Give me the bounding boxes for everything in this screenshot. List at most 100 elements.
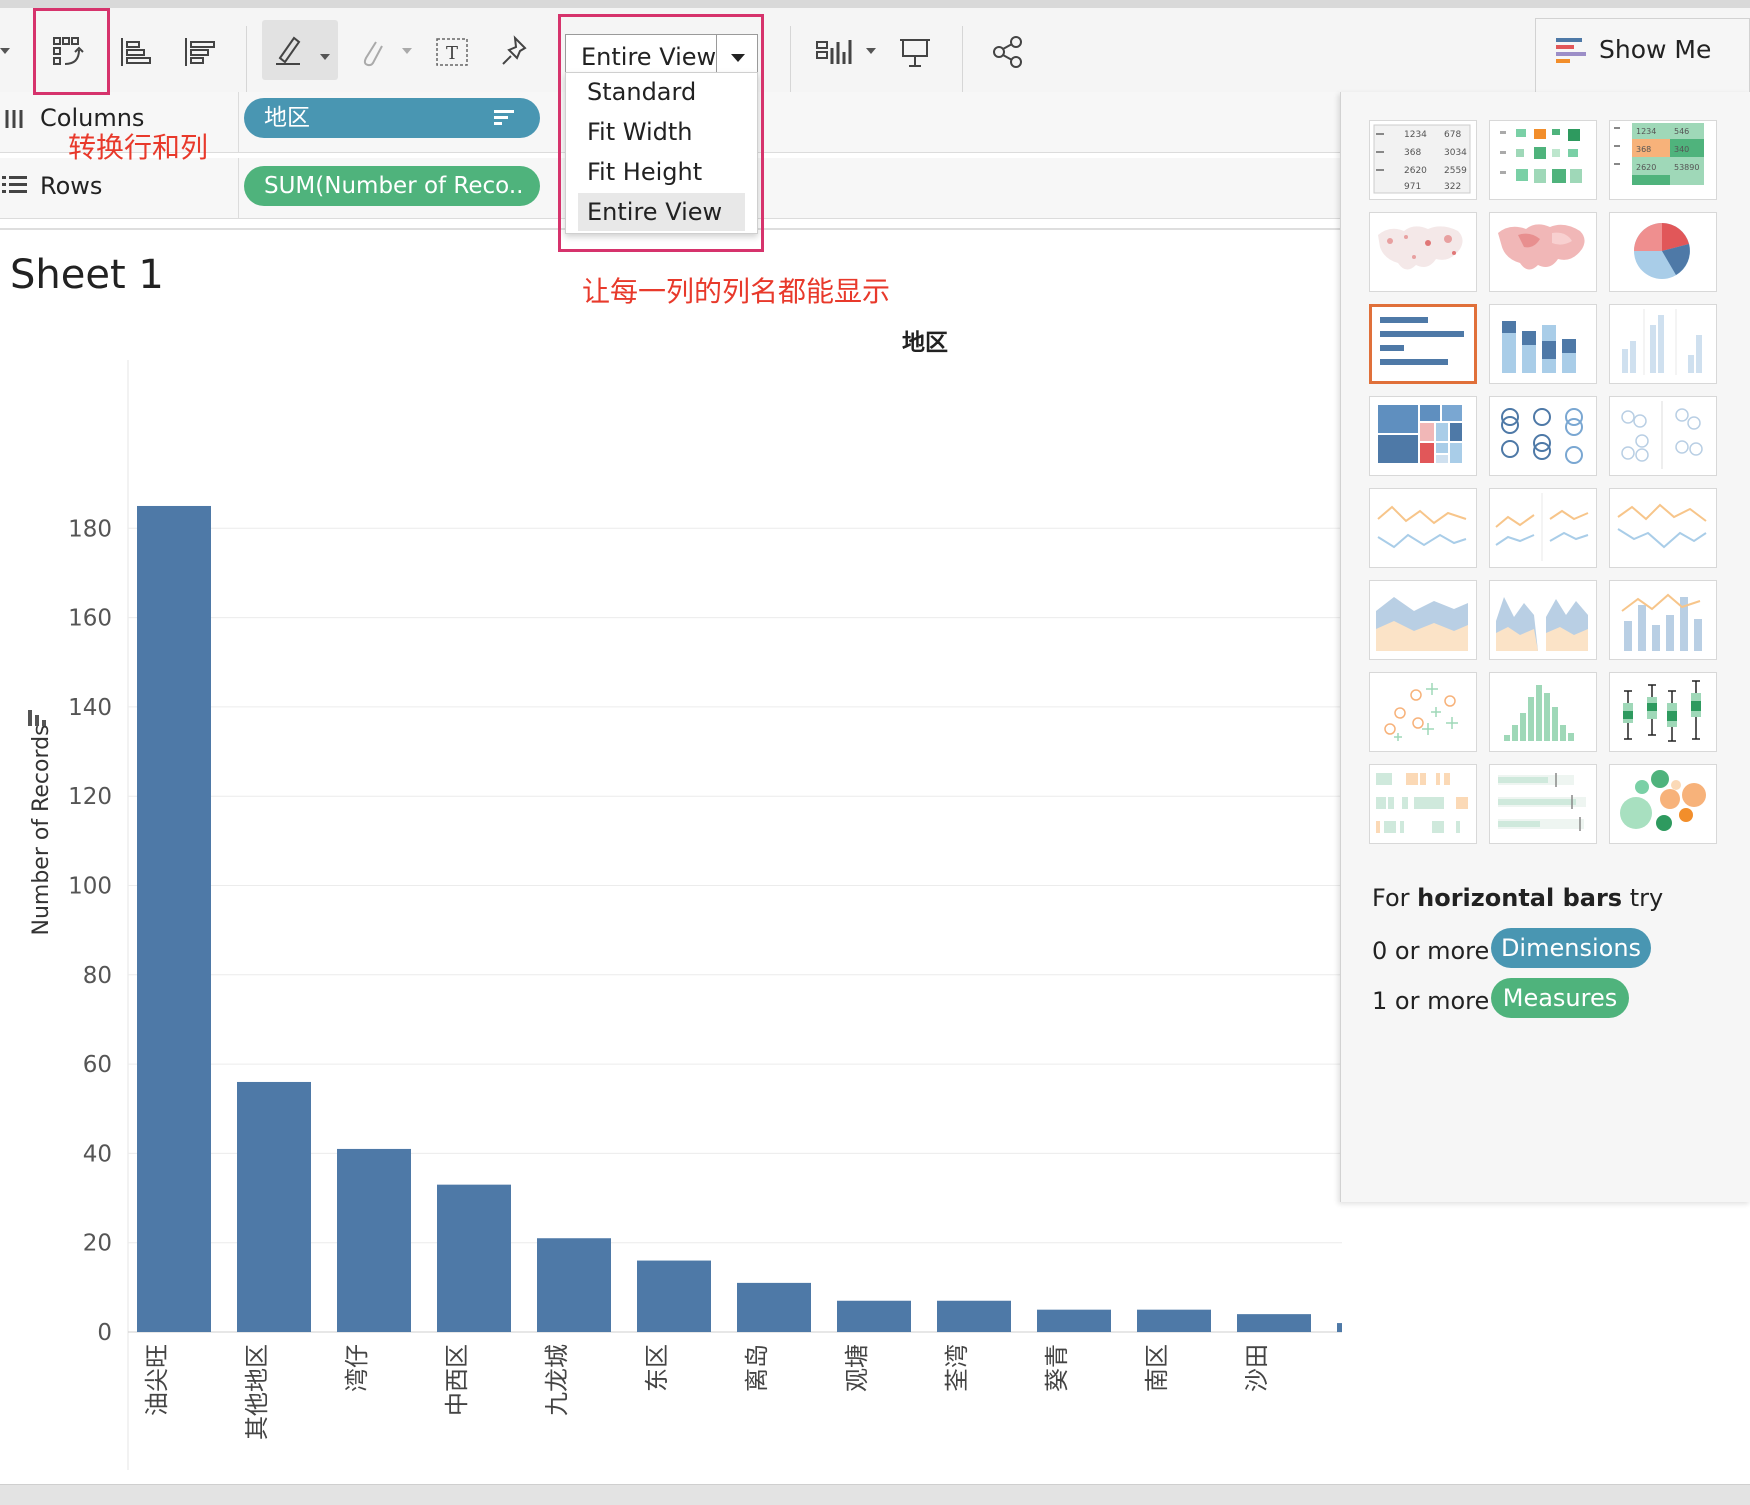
chevron-down-icon	[402, 48, 412, 54]
y-tick-label: 80	[83, 963, 112, 989]
show-labels-icon[interactable]	[812, 30, 856, 74]
highlight-table-value: 53890	[1674, 163, 1699, 172]
y-tick-label: 100	[68, 874, 112, 900]
chart-type-histogram[interactable]	[1489, 672, 1597, 752]
bar	[737, 1282, 811, 1332]
y-tick-label: 120	[68, 784, 112, 810]
bar	[1237, 1314, 1311, 1332]
sort-ascending-icon[interactable]	[113, 30, 157, 74]
toolbar-separator	[790, 26, 791, 92]
y-axis-label: Number of Records	[29, 724, 54, 935]
columns-pill-label: 地区	[264, 105, 310, 131]
highlight-table-value: 1234	[1636, 127, 1656, 136]
x-category-label: 中西区	[443, 1344, 471, 1416]
y-tick-label: 40	[83, 1141, 112, 1167]
text-table-value: 3034	[1444, 148, 1467, 158]
text-table-value: 2559	[1444, 166, 1467, 176]
text-box-icon[interactable]: T	[430, 30, 474, 74]
measures-pill: Measures	[1491, 978, 1629, 1018]
chart-type-bullet-graph[interactable]	[1489, 764, 1597, 844]
chart-type-packed-bubbles[interactable]	[1609, 764, 1717, 844]
annotation-box-fit	[558, 14, 764, 252]
sort-indicator-icon	[494, 110, 514, 125]
chart-type-text-table[interactable]: 1234 678 368 3034 2620 2559 971 322	[1369, 120, 1477, 200]
toolbar: T Entire View	[0, 8, 1750, 93]
rows-pill-label: SUM(Number of Reco..	[264, 173, 524, 199]
chart-type-area-discrete[interactable]	[1489, 580, 1597, 660]
chart-type-heat-map[interactable]	[1489, 120, 1597, 200]
dimensions-requirement: 0 or more	[1372, 937, 1490, 965]
chart-type-filled-map[interactable]	[1489, 212, 1597, 292]
show-me-tab[interactable]: Show Me	[1535, 18, 1750, 92]
chevron-down-icon	[866, 48, 876, 54]
window-top-strip	[0, 0, 1750, 8]
sort-descending-icon[interactable]	[177, 30, 221, 74]
text-table-value: 322	[1444, 182, 1461, 192]
x-category-label: 油尖旺	[143, 1344, 171, 1416]
highlighter-icon	[266, 28, 310, 72]
chart-type-continuous-lines[interactable]	[1369, 488, 1477, 568]
x-category-label: 沙田	[1243, 1344, 1271, 1392]
chart-type-horizontal-bars[interactable]	[1369, 304, 1477, 384]
shelf-divider	[238, 92, 239, 152]
y-tick-label: 0	[97, 1320, 112, 1346]
show-me-label: Show Me	[1599, 35, 1712, 64]
y-tick-label: 160	[68, 606, 112, 632]
sheet-title: Sheet 1	[10, 252, 164, 298]
chart-type-dual-combination[interactable]	[1609, 580, 1717, 660]
chart-type-scatter-plot[interactable]	[1369, 672, 1477, 752]
chart-type-dual-lines[interactable]	[1609, 488, 1717, 568]
chart-type-area-continuous[interactable]	[1369, 580, 1477, 660]
sort-icon-bar	[35, 715, 39, 726]
chart-type-symbol-map[interactable]	[1369, 212, 1477, 292]
rows-pill[interactable]: SUM(Number of Reco..	[244, 166, 540, 206]
text-table-value: 1234	[1404, 130, 1427, 140]
pin-icon[interactable]	[493, 30, 537, 74]
chart-type-circle-views[interactable]	[1489, 396, 1597, 476]
highlight-table-value: 546	[1674, 127, 1689, 136]
columns-icon	[5, 110, 23, 128]
bar	[137, 505, 211, 1333]
rows-icon	[2, 176, 27, 193]
chart-type-side-by-side-circles[interactable]	[1609, 396, 1717, 476]
sort-icon-bar	[42, 720, 46, 726]
chart-type-pie[interactable]	[1609, 212, 1717, 292]
chart-type-highlight-table[interactable]: 1234 546 368 340 2620 53890	[1609, 120, 1717, 200]
chart-type-side-by-side-bars[interactable]	[1609, 304, 1717, 384]
chart-type-box-and-whisker[interactable]	[1609, 672, 1717, 752]
bar	[837, 1300, 911, 1332]
measures-requirement: 1 or more	[1372, 987, 1490, 1015]
bar	[337, 1148, 411, 1332]
hint-prefix: For	[1372, 884, 1418, 912]
show-me-hint: For horizontal bars try	[1372, 884, 1663, 912]
paperclip-icon[interactable]	[350, 30, 394, 74]
bar	[1137, 1309, 1211, 1332]
chart-type-discrete-lines[interactable]	[1489, 488, 1597, 568]
chart-type-gantt[interactable]	[1369, 764, 1477, 844]
y-tick-label: 20	[83, 1231, 112, 1257]
text-table-value: 678	[1444, 130, 1461, 140]
chevron-down-icon	[320, 54, 330, 60]
x-category-label: 观塘	[843, 1344, 871, 1392]
hint-suffix: try	[1622, 884, 1664, 912]
columns-pill[interactable]: 地区	[244, 98, 540, 138]
annotation-box-swap	[33, 8, 110, 95]
chevron-down-icon	[0, 30, 10, 74]
chart-type-stacked-bars[interactable]	[1489, 304, 1597, 384]
y-tick-label: 60	[83, 1052, 112, 1078]
x-category-label: 荃湾	[943, 1344, 971, 1392]
chart-type-treemap[interactable]	[1369, 396, 1477, 476]
bar	[937, 1300, 1011, 1332]
toolbar-separator	[962, 26, 963, 92]
annotation-text-swap: 转换行和列	[68, 131, 209, 164]
share-icon[interactable]	[986, 30, 1030, 74]
highlight-button[interactable]	[262, 20, 338, 80]
text-table-value: 2620	[1404, 166, 1427, 176]
bar	[437, 1184, 511, 1332]
x-category-label: 葵青	[1043, 1344, 1071, 1392]
presentation-mode-icon[interactable]	[893, 30, 937, 74]
bar	[1337, 1323, 1342, 1332]
x-category-label: 东区	[643, 1344, 671, 1392]
text-table-value: 368	[1404, 148, 1421, 158]
show-me-panel: 1234 678 368 3034 2620 2559 971 322 1234…	[1340, 92, 1750, 1202]
